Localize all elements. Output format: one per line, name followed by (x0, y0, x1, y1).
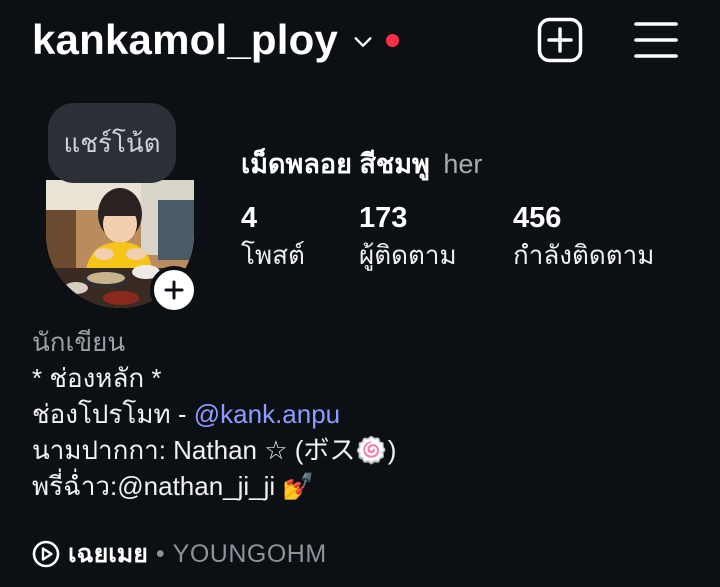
bio-line-4: พรี่ฉ่ำว:@nathan_ji_ji 💅 (32, 468, 396, 504)
bio-line-2: ช่องโปรโมท - @kank.anpu (32, 396, 396, 432)
bio-category: นักเขียน (32, 327, 126, 357)
bio-line-4-text: พรี่ฉ่ำว: (32, 471, 118, 501)
stat-followers-label: ผู้ติดตาม (359, 240, 457, 270)
hamburger-menu-icon[interactable] (634, 20, 678, 60)
profile-music[interactable]: เฉยเมย • YOUNGOHM (32, 534, 327, 574)
stat-followers[interactable]: 173 ผู้ติดตาม (359, 200, 457, 274)
bio-line-2-text: ช่องโปรโมท - (32, 399, 194, 429)
stat-following-value: 456 (513, 202, 562, 234)
stat-posts[interactable]: 4 โพสต์ (241, 200, 305, 274)
music-artist: YOUNGOHM (172, 539, 327, 568)
add-story-button[interactable] (150, 266, 198, 314)
plus-icon (164, 280, 184, 300)
notification-dot (386, 33, 400, 47)
note-text: แชร์โน้ต (63, 127, 161, 158)
bio: นักเขียน * ช่องหลัก * ช่องโปรโมท - @kank… (32, 324, 396, 504)
stat-following[interactable]: 456 กำลังติดตาม (513, 200, 654, 274)
create-plus-icon[interactable] (537, 17, 583, 63)
mention-link-kank-anpu[interactable]: @kank.anpu (194, 399, 340, 429)
bio-line-3: นามปากกา: Nathan ☆ (ボス🍥) (32, 435, 397, 465)
username: kankamol_ploy (32, 16, 339, 63)
stat-posts-value: 4 (241, 202, 258, 234)
full-name: เม็ดพลอย สีชมพู (241, 149, 430, 179)
bio-line-4-emoji: 💅 (275, 471, 315, 501)
bio-line-1: * ช่องหลัก * (32, 363, 162, 393)
music-separator: • (155, 539, 165, 568)
stat-followers-value: 173 (359, 202, 408, 234)
profile-name-row: เม็ดพลอย สีชมพู her (241, 146, 482, 182)
stat-following-label: กำลังติดตาม (513, 240, 655, 270)
account-switcher[interactable]: kankamol_ploy (32, 14, 400, 66)
play-circle-icon (32, 540, 60, 568)
top-bar: kankamol_ploy (0, 0, 720, 80)
mention-nathan-ji-ji[interactable]: @nathan_ji_ji (117, 471, 275, 501)
pronoun: her (443, 149, 483, 179)
music-title: เฉยเมย (68, 540, 148, 568)
chevron-down-icon (354, 37, 372, 47)
stat-posts-label: โพสต์ (241, 240, 305, 270)
note-bubble[interactable]: แชร์โน้ต (48, 103, 176, 183)
